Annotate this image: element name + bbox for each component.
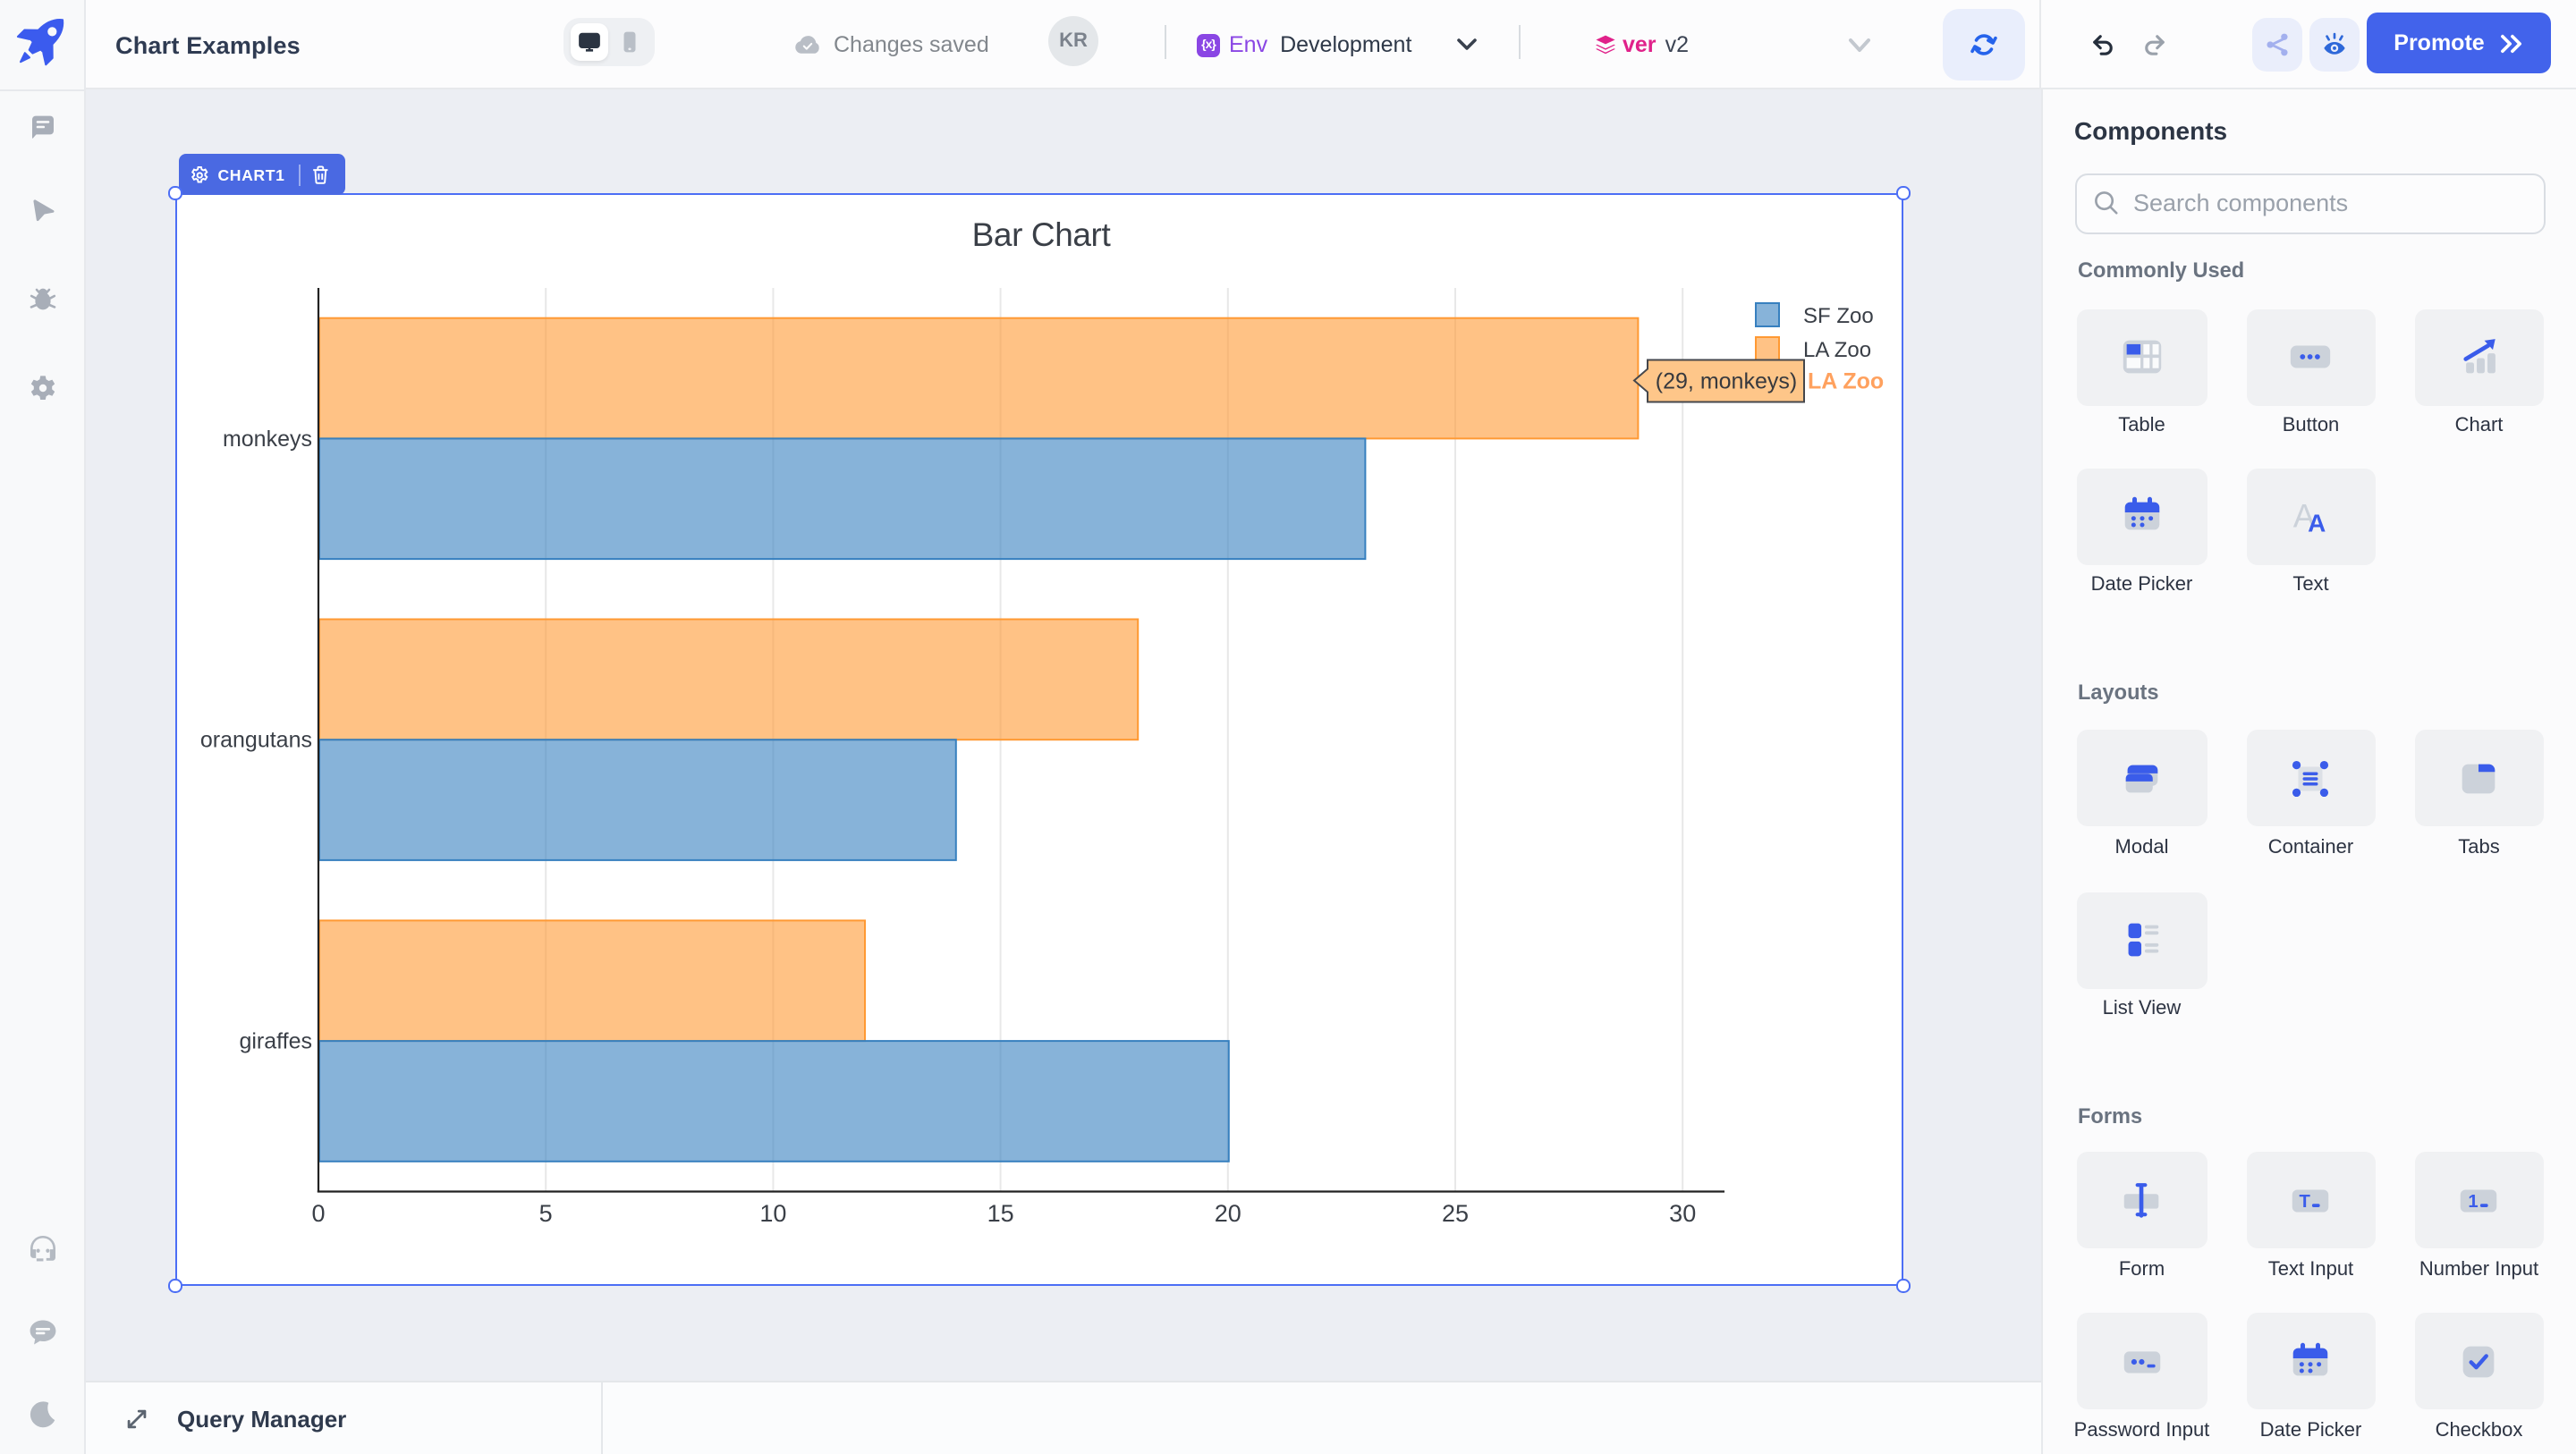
svg-text:T: T [2300, 1191, 2311, 1211]
svg-text:25: 25 [1442, 1200, 1469, 1227]
svg-text:Bar Chart: Bar Chart [972, 216, 1112, 253]
svg-text:10: 10 [759, 1200, 786, 1227]
svg-text:(29, monkeys): (29, monkeys) [1656, 369, 1797, 394]
svg-text:LA Zoo: LA Zoo [1803, 338, 1871, 362]
svg-text:LA Zoo: LA Zoo [1808, 369, 1884, 394]
svg-text:5: 5 [539, 1200, 553, 1227]
svg-text:0: 0 [311, 1200, 325, 1227]
svg-text:20: 20 [1215, 1200, 1241, 1227]
svg-text:giraffes: giraffes [239, 1029, 312, 1054]
svg-text:1: 1 [2469, 1191, 2479, 1211]
svg-text:SF Zoo: SF Zoo [1803, 304, 1874, 328]
svg-text:15: 15 [987, 1200, 1014, 1227]
svg-text:30: 30 [1669, 1200, 1696, 1227]
svg-text:A: A [2309, 509, 2326, 537]
svg-text:orangutans: orangutans [200, 728, 312, 753]
svg-text:monkeys: monkeys [223, 427, 312, 452]
